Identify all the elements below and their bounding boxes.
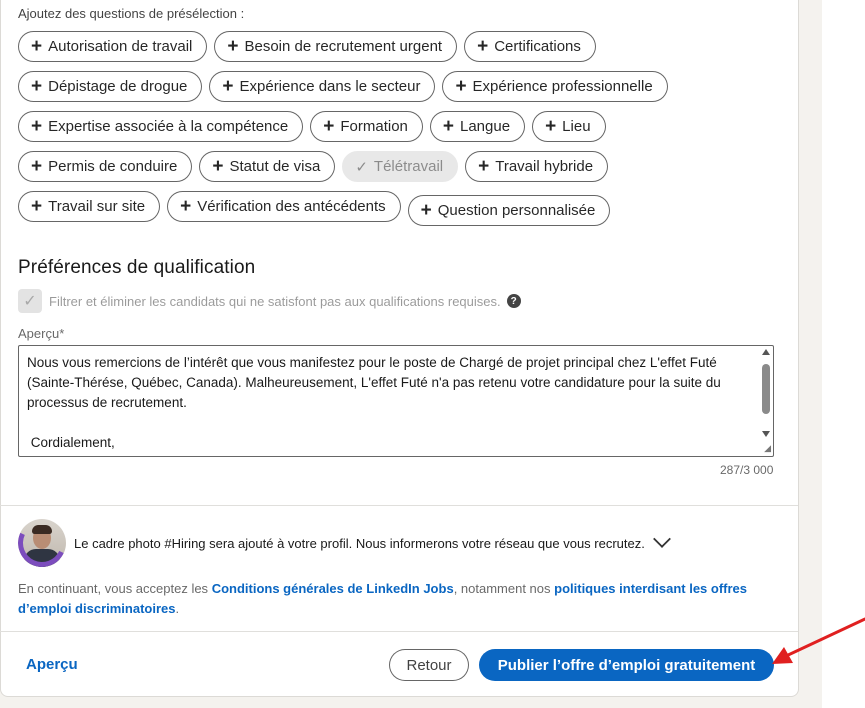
hiring-frame-row: Le cadre photo #Hiring sera ajouté à vot… (18, 519, 671, 567)
hiring-frame-text: Le cadre photo #Hiring sera ajouté à vot… (74, 535, 645, 551)
chip-label: Expertise associée à la compétence (48, 118, 289, 135)
chip-label: Lieu (562, 118, 591, 135)
filter-label: Filtrer et éliminer les candidats qui ne… (49, 293, 501, 309)
screening-chip[interactable]: + Vérification des antécédents (167, 191, 401, 222)
plus-icon: + (31, 196, 43, 217)
chip-row: + Permis de conduire + Statut de visa ✓ Télét… (18, 151, 778, 182)
screening-chip[interactable]: + Formation (310, 111, 423, 142)
scroll-up-icon[interactable] (762, 349, 770, 355)
plus-icon: + (420, 200, 432, 221)
chip-label: Langue (460, 118, 511, 135)
resize-grip-icon[interactable]: ◢ (764, 443, 771, 454)
plus-icon: + (31, 36, 43, 57)
chip-label: Travail sur site (48, 198, 146, 215)
plus-icon: + (31, 76, 43, 97)
screening-hint: Ajoutez des questions de présélection : (18, 6, 245, 21)
screening-chip[interactable]: + Expertise associée à la compétence (18, 111, 304, 142)
screening-chip[interactable]: + Langue (429, 111, 526, 142)
chip-label: Travail hybride (495, 158, 594, 175)
chip-row: + Expertise associée à la compétence + Form… (18, 111, 778, 142)
screening-chip[interactable]: + Dépistage de drogue (18, 71, 203, 102)
chip-label: Expérience dans le secteur (239, 78, 421, 95)
screening-chip[interactable]: + Travail hybride (465, 151, 609, 182)
chip-label: Permis de conduire (48, 158, 178, 175)
chip-row: + Autorisation de travail + Besoin de recru… (18, 31, 778, 62)
textarea-scrollbar[interactable] (759, 346, 773, 456)
screening-chip[interactable]: ✓ Télétravail (342, 151, 459, 182)
red-arrow-annotation (772, 617, 865, 664)
filter-option: ✓ Filtrer et éliminer les candidats qui … (18, 289, 521, 313)
screening-chip[interactable]: + Statut de visa (199, 151, 336, 182)
screening-chip[interactable]: + Question personnalisée (407, 195, 611, 226)
filter-checkbox[interactable]: ✓ (18, 289, 42, 313)
plus-icon: + (227, 36, 239, 57)
terms-link[interactable]: Conditions générales de LinkedIn Jobs (212, 581, 454, 596)
check-icon: ✓ (355, 158, 368, 176)
screening-chip[interactable]: + Expérience professionnelle (442, 71, 668, 102)
plus-icon: + (455, 76, 467, 97)
avatar (18, 519, 66, 567)
plus-icon: + (478, 156, 490, 177)
chip-label: Dépistage de drogue (48, 78, 188, 95)
preview-textarea[interactable]: Nous vous remercions de l’intérêt que vo… (18, 345, 774, 457)
legal-suffix: . (175, 601, 180, 616)
help-icon[interactable]: ? (506, 294, 521, 308)
plus-icon: + (212, 156, 224, 177)
plus-icon: + (222, 76, 234, 97)
plus-icon: + (323, 116, 335, 137)
screening-chips: + Autorisation de travail + Besoin de recru… (18, 31, 778, 231)
char-count: 287/3 000 (720, 463, 774, 477)
preview-text[interactable]: Nous vous remercions de l’intérêt que vo… (27, 353, 755, 456)
legal-middle: , notamment nos (453, 581, 555, 596)
scroll-thumb[interactable] (762, 364, 770, 414)
plus-icon: + (442, 116, 454, 137)
divider (0, 505, 798, 506)
legal-prefix: En continuant, vous acceptez les (18, 581, 212, 596)
chip-label: Télétravail (373, 158, 444, 175)
screening-chip[interactable]: + Autorisation de travail (18, 31, 208, 62)
plus-icon: + (180, 196, 192, 217)
back-button[interactable]: Retour (389, 649, 469, 681)
screening-chip[interactable]: + Expérience dans le secteur (209, 71, 436, 102)
chip-label: Certifications (494, 38, 581, 55)
divider (0, 631, 798, 632)
preview-label: Aperçu* (18, 326, 65, 341)
qualification-title: Préférences de qualification (18, 257, 256, 278)
plus-icon: + (477, 36, 489, 57)
preview-link[interactable]: Aperçu (26, 656, 78, 673)
screening-chip[interactable]: + Lieu (532, 111, 606, 142)
right-panel (822, 0, 865, 708)
chip-label: Statut de visa (229, 158, 321, 175)
plus-icon: + (545, 116, 557, 137)
chip-label: Besoin de recrutement urgent (244, 38, 443, 55)
plus-icon: + (31, 156, 43, 177)
check-icon: ✓ (23, 293, 37, 310)
plus-icon: + (31, 116, 43, 137)
screening-chip[interactable]: + Certifications (464, 31, 596, 62)
screening-chip[interactable]: + Permis de conduire (18, 151, 193, 182)
chip-label: Vérification des antécédents (197, 198, 386, 215)
chip-row: + Travail sur site + Vérification des antéc… (18, 191, 778, 226)
chip-row: + Dépistage de drogue + Expérience dans le … (18, 71, 778, 102)
screening-chip[interactable]: + Travail sur site (18, 191, 161, 222)
publish-button[interactable]: Publier l’offre d’emploi gratuitement (479, 649, 774, 681)
screening-chip[interactable]: + Besoin de recrutement urgent (214, 31, 458, 62)
chip-label: Question personnalisée (437, 202, 596, 219)
scroll-down-icon[interactable] (762, 431, 770, 437)
legal-notice: En continuant, vous acceptez les Conditi… (18, 579, 788, 619)
chip-label: Formation (340, 118, 408, 135)
chip-label: Expérience professionnelle (472, 78, 653, 95)
chevron-down-icon[interactable] (652, 530, 671, 548)
chip-label: Autorisation de travail (48, 38, 193, 55)
